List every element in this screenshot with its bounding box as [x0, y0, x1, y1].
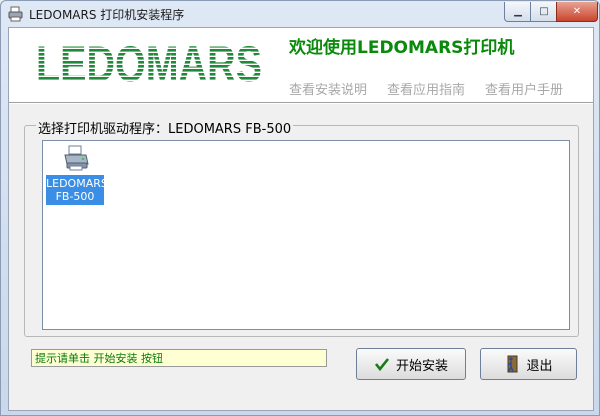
welcome-title: 欢迎使用LEDOMARS打印机	[289, 38, 515, 58]
driver-list[interactable]: LEDOMARS FB-500	[42, 140, 570, 330]
header-banner: LEDOMARS 欢迎使用LEDOMARS打印机 查看安装说明 查看应用指南 查…	[9, 28, 593, 102]
install-guide-link[interactable]: 查看安装说明	[289, 79, 367, 98]
exit-button[interactable]: 退出	[480, 348, 577, 380]
title-bar[interactable]: LEDOMARS 打印机安装程序 ▁ □ ✕	[1, 1, 599, 27]
window-title: LEDOMARS 打印机安装程序	[29, 8, 185, 22]
user-manual-link[interactable]: 查看用户手册	[485, 79, 563, 98]
ledomars-logo: LEDOMARS	[36, 37, 262, 87]
app-guide-link[interactable]: 查看应用指南	[387, 79, 465, 98]
client-area: LEDOMARS 欢迎使用LEDOMARS打印机 查看安装说明 查看应用指南 查…	[8, 27, 594, 411]
maximize-button[interactable]: □	[530, 2, 558, 22]
minimize-icon: ▁	[514, 6, 522, 17]
app-icon	[8, 6, 24, 22]
close-icon: ✕	[572, 6, 582, 17]
minimize-button[interactable]: ▁	[504, 2, 532, 22]
hint-field: 提示请单击 开始安装 按钮	[31, 349, 327, 367]
svg-text:LEDOMARS: LEDOMARS	[36, 37, 262, 87]
close-button[interactable]: ✕	[556, 2, 598, 22]
list-item-ledomars-fb500[interactable]: LEDOMARS FB-500	[46, 143, 108, 205]
checkmark-icon	[374, 358, 389, 372]
install-button-label: 开始安装	[395, 358, 448, 374]
installer-window: LEDOMARS 打印机安装程序 ▁ □ ✕ LEDOMARS 欢迎使用LEDO…	[0, 0, 600, 416]
install-button[interactable]: 开始安装	[356, 348, 466, 380]
exit-door-icon	[507, 355, 518, 373]
driver-group-label: 选择打印机驱动程序：LEDOMARS FB-500	[36, 118, 294, 137]
maximize-icon: □	[539, 6, 549, 17]
printer-icon	[62, 144, 90, 172]
list-item-label: LEDOMARS FB-500	[46, 175, 108, 205]
exit-button-label: 退出	[526, 358, 553, 374]
header-divider	[9, 102, 593, 104]
